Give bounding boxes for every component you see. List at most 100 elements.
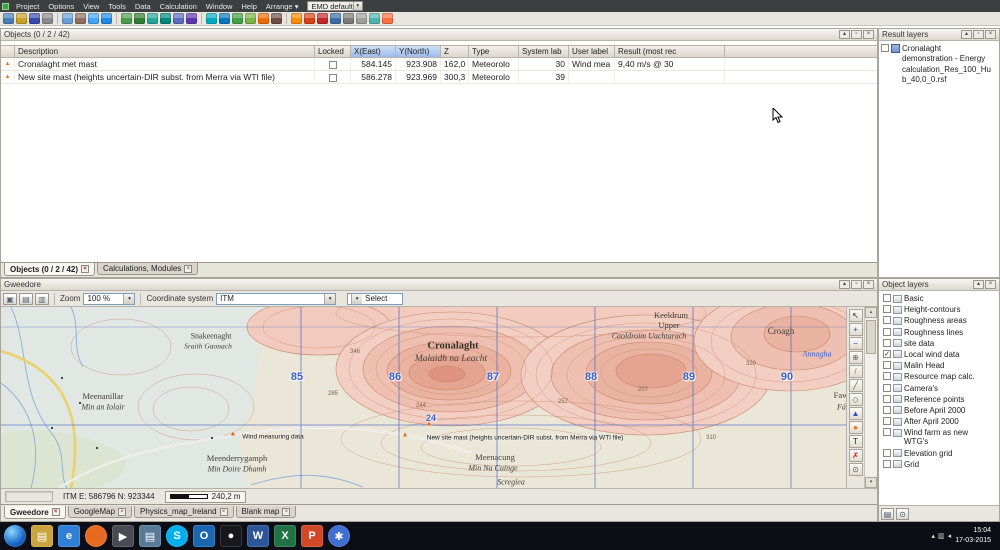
layer-item[interactable]: Reference points [879,394,999,405]
layer-checkbox[interactable] [883,405,891,414]
layer-item[interactable]: Resource map calc. [879,371,999,382]
skype-icon[interactable]: S [166,525,188,547]
layer-checkbox[interactable] [883,327,891,336]
locked-checkbox[interactable] [328,74,337,82]
locked-checkbox[interactable] [328,61,337,69]
table-row[interactable]: ▲ New site mast (heights uncertain-DIR su… [1,71,877,84]
paste-icon[interactable] [75,13,86,24]
meteo-data-icon[interactable] [206,13,217,24]
delete-tool[interactable]: ✗ [848,449,863,462]
folder-icon[interactable]: ▤ [31,525,53,547]
clock[interactable]: 15:04 17-03-2015 [955,526,996,547]
profile-combobox[interactable]: EMD default ▾ [307,1,363,11]
copy-map-button[interactable]: ▤ [19,292,33,305]
open-project-icon[interactable] [16,13,27,24]
chevron-down-icon[interactable]: ▾ [123,293,135,304]
chevron-down-icon[interactable]: ▾ [351,293,363,304]
zoom-out-icon[interactable] [356,13,367,24]
menu-item-view[interactable]: View [79,2,103,11]
menu-item-tools[interactable]: Tools [104,2,130,11]
globe-icon[interactable] [134,13,145,24]
new-project-icon[interactable] [3,13,14,24]
column-header-x-east-[interactable]: X(East) [351,46,396,57]
layer-checkbox[interactable] [883,417,891,426]
bitmap-export-button[interactable]: ▣ [3,292,17,305]
float-button[interactable]: ▫ [973,30,984,39]
menu-item-window[interactable]: Window [202,2,237,11]
powerpoint-icon[interactable]: P [301,525,323,547]
map-tab[interactable]: Physics_map_Ireland × [134,506,234,518]
scroll-down-icon[interactable]: ▾ [865,477,877,488]
word-icon[interactable]: W [247,525,269,547]
camera-tool[interactable]: ⊙ [848,463,863,476]
network-icon[interactable]: ▥ [938,532,945,540]
settings-icon[interactable] [382,13,393,24]
outlook-icon[interactable]: O [193,525,215,547]
layer-checkbox[interactable] [883,338,891,347]
chevron-down-icon[interactable]: ▾ [324,293,336,304]
column-header-description[interactable]: Description [15,46,315,57]
column-header-z[interactable]: Z [441,46,469,57]
layer-checkbox[interactable] [883,394,891,403]
scrollbar-thumb[interactable] [866,320,876,354]
layer-item[interactable]: Grid [879,459,999,470]
park-design-icon[interactable] [245,13,256,24]
measure-tool[interactable]: / [848,365,863,378]
layer-checkbox[interactable] [883,428,891,437]
layer-item[interactable]: Height-contours [879,304,999,315]
menu-item-help[interactable]: Help [237,2,260,11]
media-player-icon[interactable]: ▶ [112,525,134,547]
report-icon[interactable] [330,13,341,24]
wtg-object-tool[interactable]: ▲ [848,407,863,420]
start-button[interactable] [4,525,26,547]
tab-close-icon[interactable]: × [282,507,291,516]
visualization-icon[interactable] [291,13,302,24]
photomontage-icon[interactable] [304,13,315,24]
result-layer-checkbox[interactable] [881,44,889,52]
layer-checkbox[interactable] [883,459,891,468]
menu-item-options[interactable]: Options [44,2,78,11]
met-mast-tool[interactable]: ● [848,421,863,434]
photos-icon[interactable]: ● [220,525,242,547]
column-header-result-most-rec[interactable]: Result (most rec [615,46,725,57]
menu-item-data[interactable]: Data [131,2,155,11]
energy-calculation-icon[interactable] [232,13,243,24]
shadow-calculation-icon[interactable] [271,13,282,24]
layer-item[interactable]: Camera's [879,383,999,394]
column-header-type[interactable]: Type [469,46,519,57]
map-vertical-scrollbar[interactable]: ▴ ▾ [864,307,877,488]
noise-calculation-icon[interactable] [258,13,269,24]
undo-icon[interactable] [88,13,99,24]
table-row[interactable]: ▲ Cronalaght met mast 584.145 923.908 162,0 M… [1,58,877,71]
layer-checkbox[interactable] [883,316,891,325]
close-button[interactable]: × [863,30,874,39]
zoom-in-tool[interactable]: + [848,323,863,336]
float-button[interactable]: ▫ [851,280,862,289]
collapse-button[interactable]: ▴ [961,30,972,39]
tab-close-icon[interactable]: × [219,507,228,516]
area-object-tool[interactable]: ◇ [848,393,863,406]
column-header-icon[interactable] [1,46,15,57]
file-explorer-icon[interactable]: ▤ [139,525,161,547]
resource-map-icon[interactable] [317,13,328,24]
select-mode-combobox[interactable]: ▾ Select [347,292,404,305]
coordinate-system-combobox[interactable]: ITM ▾ [216,292,337,305]
tab-close-icon[interactable]: × [184,264,193,273]
objects-tab[interactable]: Calculations, Modules × [97,263,199,275]
tab-close-icon[interactable]: × [81,265,90,273]
internet-explorer-icon[interactable]: e [58,525,80,547]
line-object-tool[interactable]: ╱ [848,379,863,392]
layers-icon[interactable] [160,13,171,24]
zoom-combobox[interactable]: 100 % ▾ [83,292,136,305]
collapse-button[interactable]: ▴ [839,280,850,289]
excel-icon[interactable]: X [274,525,296,547]
zoom-in-icon[interactable] [343,13,354,24]
copy-icon[interactable] [62,13,73,24]
zoom-out-tool[interactable]: − [848,337,863,350]
layer-item[interactable]: Before April 2000 [879,405,999,416]
layer-search-button[interactable]: ⊙ [896,507,909,520]
select-tool[interactable]: ↖ [848,309,863,322]
print-icon[interactable] [42,13,53,24]
collapse-button[interactable]: ▴ [839,30,850,39]
layer-grid-button[interactable]: ▤ [881,507,894,520]
